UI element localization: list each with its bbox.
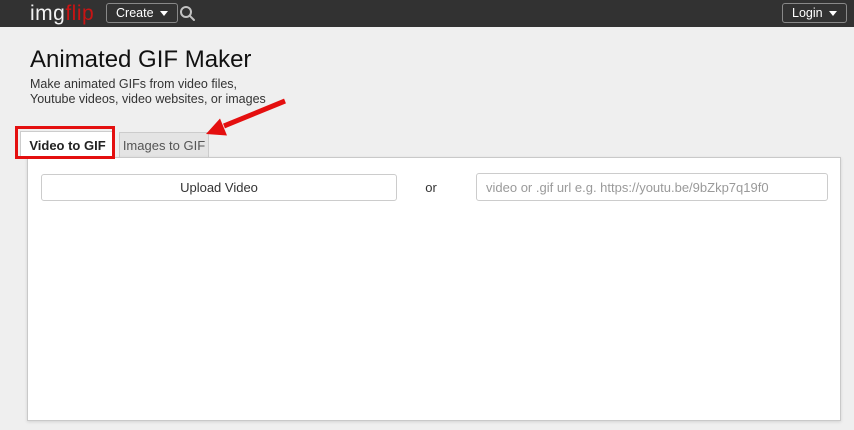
- video-url-input[interactable]: [476, 173, 828, 201]
- login-button[interactable]: Login: [782, 3, 847, 23]
- page-title: Animated GIF Maker: [30, 46, 252, 73]
- upload-video-button[interactable]: Upload Video: [41, 174, 397, 201]
- page-subtitle: Make animated GIFs from video files, You…: [30, 77, 266, 106]
- or-label: or: [425, 180, 437, 195]
- caret-down-icon: [159, 10, 168, 16]
- login-button-label: Login: [792, 6, 823, 20]
- create-button[interactable]: Create: [106, 3, 178, 23]
- top-navbar: imgflip Create Login: [0, 0, 854, 27]
- imgflip-logo[interactable]: imgflip: [30, 1, 94, 26]
- search-icon[interactable]: [179, 5, 196, 22]
- animated-gif-maker-page: imgflip Create Login Animated GIF Maker …: [0, 0, 854, 430]
- tab-video-to-gif-label: Video to GIF: [29, 138, 106, 153]
- caret-down-icon: [828, 10, 837, 16]
- logo-text-flip: flip: [65, 2, 95, 25]
- logo-text-img: img: [30, 2, 66, 25]
- tab-images-to-gif[interactable]: Images to GIF: [119, 132, 209, 158]
- tab-images-to-gif-label: Images to GIF: [122, 137, 206, 153]
- tab-video-to-gif[interactable]: Video to GIF: [20, 131, 115, 159]
- create-button-label: Create: [116, 6, 154, 20]
